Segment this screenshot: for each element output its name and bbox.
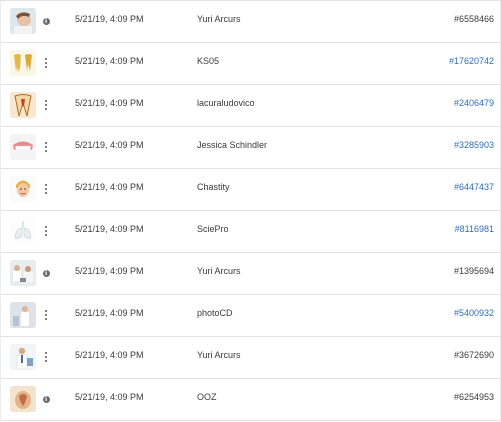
thumbnail-woman-at-dentist[interactable] (10, 8, 36, 34)
kebab-menu-icon (45, 142, 47, 152)
date-text: 5/21/19, 4:09 PM (75, 266, 144, 276)
more-options-button[interactable] (40, 224, 52, 238)
list-item[interactable]: 5/21/19, 4:09 PM KS05 #17620742 (1, 43, 500, 85)
asset-id: #6558466 (453, 14, 494, 24)
list-item[interactable]: 5/21/19, 4:09 PM Yuri Arcurs #3672690 (1, 337, 500, 379)
more-options-button[interactable] (40, 308, 52, 322)
thumbnail-cartoon-face[interactable] (10, 176, 36, 202)
info-icon: i (42, 395, 50, 403)
thumbnail-lungs-anatomy[interactable] (10, 218, 36, 244)
author-name: Chastity (197, 182, 230, 192)
author-name: SciePro (197, 224, 229, 234)
thumbnail-golden-teeth[interactable] (10, 50, 36, 76)
author-name: Yuri Arcurs (197, 14, 241, 24)
kebab-menu-icon (45, 100, 47, 110)
thumbnail-doctor-standing[interactable] (10, 302, 36, 328)
list-item[interactable]: 5/21/19, 4:09 PM photoCD #5400932 (1, 295, 500, 337)
image-list: i 5/21/19, 4:09 PM Yuri Arcurs #6558466 5/21… (0, 0, 501, 421)
thumbnail-anatomy-model[interactable] (10, 386, 36, 412)
asset-id: #6254953 (453, 392, 494, 402)
author-name: Jessica Schindler (197, 140, 268, 150)
thumbnail-doctor-with-chart[interactable] (10, 344, 36, 370)
author-name: OOZ (197, 392, 217, 402)
author-name: lacuraludovico (197, 98, 255, 108)
list-item[interactable]: 5/21/19, 4:09 PM Jessica Schindler #328590… (1, 127, 500, 169)
author-name: Yuri Arcurs (197, 350, 241, 360)
author-name: KS05 (197, 56, 220, 66)
date-text: 5/21/19, 4:09 PM (75, 98, 144, 108)
kebab-menu-icon (45, 58, 47, 68)
date-text: 5/21/19, 4:09 PM (75, 224, 144, 234)
more-options-button[interactable] (40, 182, 52, 196)
date-text: 5/21/19, 4:09 PM (75, 350, 144, 360)
kebab-menu-icon (45, 226, 47, 236)
thumbnail-tooth-cross-section[interactable] (10, 92, 36, 118)
info-icon: i (42, 269, 50, 277)
more-options-button[interactable] (40, 140, 52, 154)
author-name: Yuri Arcurs (197, 266, 241, 276)
info-icon: i (42, 17, 50, 25)
asset-id: #3672690 (453, 350, 494, 360)
list-item[interactable]: i 5/21/19, 4:09 PM Yuri Arcurs #6558466 (1, 1, 500, 43)
author-name: photoCD (197, 308, 233, 318)
asset-id-link[interactable]: #2406479 (454, 98, 494, 108)
asset-id-link[interactable]: #17620742 (449, 56, 494, 66)
more-options-button[interactable] (40, 56, 52, 70)
date-text: 5/21/19, 4:09 PM (75, 392, 144, 402)
date-text: 5/21/19, 4:09 PM (75, 182, 144, 192)
date-text: 5/21/19, 4:09 PM (75, 140, 144, 150)
list-item[interactable]: 5/21/19, 4:09 PM Chastity #6447437 (1, 169, 500, 211)
more-options-button[interactable] (40, 350, 52, 364)
info-button[interactable]: i (40, 266, 52, 280)
kebab-menu-icon (45, 352, 47, 362)
asset-id-link[interactable]: #8116981 (455, 224, 494, 234)
info-button[interactable]: i (40, 14, 52, 28)
info-button[interactable]: i (40, 392, 52, 406)
date-text: 5/21/19, 4:09 PM (75, 56, 144, 66)
thumbnail-doctors-group[interactable] (10, 260, 36, 286)
date-text: 5/21/19, 4:09 PM (75, 14, 144, 24)
asset-id-link[interactable]: #3285903 (454, 140, 494, 150)
list-item[interactable]: 5/21/19, 4:09 PM lacuraludovico #2406479 (1, 85, 500, 127)
thumbnail-denture[interactable] (10, 134, 36, 160)
list-item[interactable]: i 5/21/19, 4:09 PM OOZ #6254953 (1, 379, 500, 421)
kebab-menu-icon (45, 184, 47, 194)
asset-id-link[interactable]: #6447437 (454, 182, 494, 192)
asset-id: #1395694 (453, 266, 494, 276)
kebab-menu-icon (45, 310, 47, 320)
list-item[interactable]: i 5/21/19, 4:09 PM Yuri Arcurs #1395694 (1, 253, 500, 295)
asset-id-link[interactable]: #5400932 (454, 308, 494, 318)
date-text: 5/21/19, 4:09 PM (75, 308, 144, 318)
more-options-button[interactable] (40, 98, 52, 112)
list-item[interactable]: 5/21/19, 4:09 PM SciePro #8116981 (1, 211, 500, 253)
